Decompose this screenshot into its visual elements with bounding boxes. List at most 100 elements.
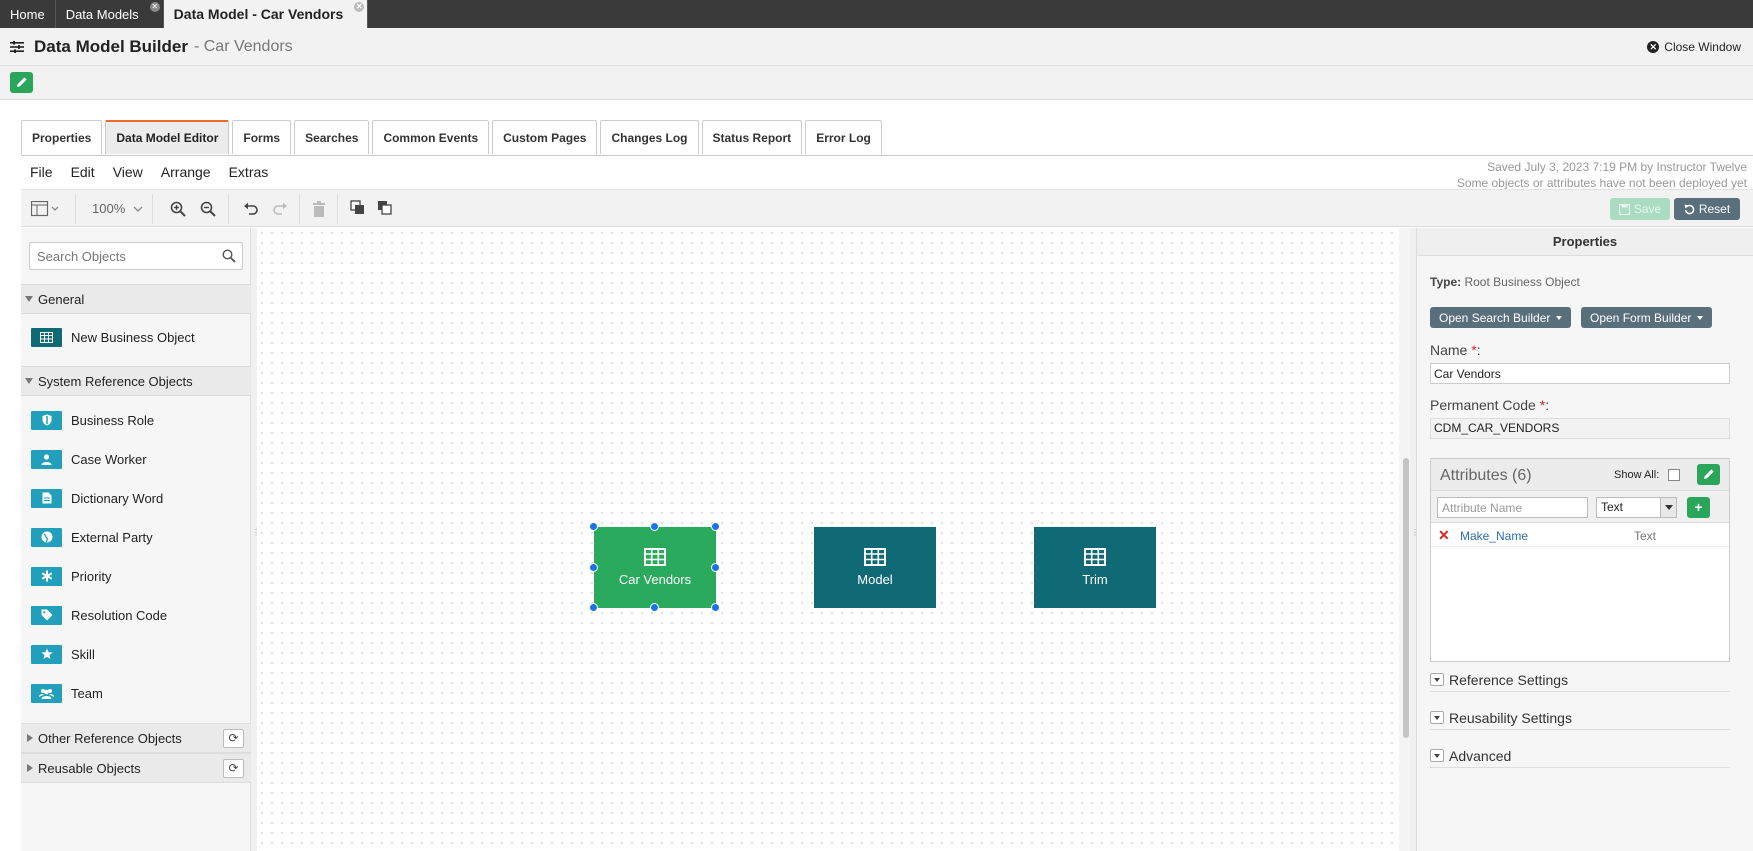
top-tab-data-models[interactable]: Data Models ✕ <box>56 0 164 28</box>
palette-item-new-business-object[interactable]: New Business Object <box>31 326 241 348</box>
entity-node-model[interactable]: Model <box>814 527 936 608</box>
search-objects-input[interactable] <box>30 243 216 269</box>
type-label: Type: <box>1430 275 1462 289</box>
palette-item-team[interactable]: Team <box>31 682 241 704</box>
menu-extras[interactable]: Extras <box>229 164 269 180</box>
menu-arrange[interactable]: Arrange <box>161 164 211 180</box>
palette-item-external-party[interactable]: External Party <box>31 526 241 548</box>
group-other-reference-header[interactable]: Other Reference Objects ⟳ <box>21 723 251 753</box>
save-status: Saved July 3, 2023 7:19 PM by Instructor… <box>1457 159 1747 191</box>
save-button[interactable]: Save <box>1610 198 1670 220</box>
search-icon[interactable] <box>222 249 236 263</box>
redo-icon[interactable] <box>272 202 288 216</box>
resize-handle[interactable] <box>650 603 659 612</box>
properties-panel: Properties Type: Root Business Object Op… <box>1416 228 1753 851</box>
permanent-code-label: Permanent Code *: <box>1430 397 1550 413</box>
group-system-reference-header[interactable]: System Reference Objects <box>21 366 251 396</box>
diagram-canvas[interactable]: Car Vendors Model Trim <box>257 228 1414 851</box>
tab-status-report[interactable]: Status Report <box>701 120 803 154</box>
name-field[interactable] <box>1430 363 1730 384</box>
palette-item-skill[interactable]: Skill <box>31 643 241 665</box>
tab-error-log[interactable]: Error Log <box>805 120 882 154</box>
resize-handle[interactable] <box>589 603 598 612</box>
expand-icon <box>1430 711 1444 724</box>
entity-node-trim[interactable]: Trim <box>1034 527 1156 608</box>
top-tab-data-model-car-vendors[interactable]: Data Model - Car Vendors ✕ <box>163 0 369 28</box>
zoom-in-icon[interactable] <box>170 201 186 217</box>
close-tab-icon[interactable]: ✕ <box>149 2 160 12</box>
refresh-icon[interactable]: ⟳ <box>223 729 244 748</box>
tab-common-events[interactable]: Common Events <box>372 120 490 154</box>
attribute-name-link[interactable]: Make_Name <box>1460 529 1528 543</box>
open-form-builder-button[interactable]: Open Form Builder <box>1581 307 1713 328</box>
palette-item-label: Dictionary Word <box>71 490 164 506</box>
close-tab-icon[interactable]: ✕ <box>354 2 365 12</box>
open-search-builder-button[interactable]: Open Search Builder <box>1430 307 1572 328</box>
menu-edit[interactable]: Edit <box>71 164 95 180</box>
palette-item-priority[interactable]: Priority <box>31 565 241 587</box>
tab-properties[interactable]: Properties <box>21 120 103 154</box>
resize-handle[interactable] <box>711 522 720 531</box>
top-tab-home[interactable]: Home <box>0 0 56 28</box>
menu-view[interactable]: View <box>113 164 143 180</box>
add-attribute-row: Text + <box>1431 491 1729 523</box>
section-advanced[interactable]: Advanced <box>1430 744 1730 768</box>
edit-button[interactable] <box>10 72 33 93</box>
resize-handle[interactable] <box>589 522 598 531</box>
resize-handle[interactable] <box>711 603 720 612</box>
tab-custom-pages[interactable]: Custom Pages <box>492 120 598 154</box>
show-all-checkbox[interactable] <box>1668 469 1680 481</box>
diagram-editor: File Edit View Arrange Extras Saved July… <box>21 155 1753 851</box>
attribute-type-select[interactable]: Text <box>1596 497 1677 518</box>
required-marker: * <box>1539 397 1546 413</box>
table-icon <box>1084 548 1106 566</box>
zoom-out-icon[interactable] <box>200 201 216 217</box>
top-tab-label: Data Models <box>65 6 139 22</box>
close-circle-icon: ✕ <box>1647 41 1660 53</box>
close-window-button[interactable]: ✕ Close Window <box>1647 40 1741 54</box>
bring-to-front-icon[interactable] <box>350 200 366 216</box>
palette-item-case-worker[interactable]: Case Worker <box>31 448 241 470</box>
document-icon <box>31 488 62 508</box>
zoom-level[interactable]: 100% <box>92 201 125 216</box>
edit-attributes-button[interactable] <box>1697 464 1720 485</box>
add-attribute-button[interactable]: + <box>1687 497 1710 518</box>
tab-data-model-editor[interactable]: Data Model Editor <box>105 120 230 154</box>
reset-label: Reset <box>1698 202 1731 216</box>
attribute-row[interactable]: ✕ Make_Name Text <box>1431 523 1729 547</box>
section-reference-settings[interactable]: Reference Settings <box>1430 668 1730 692</box>
layout-panel-icon[interactable] <box>31 201 59 217</box>
undo-icon[interactable] <box>243 202 259 216</box>
resize-handle[interactable] <box>711 563 720 572</box>
sliders-icon[interactable] <box>10 40 24 53</box>
field-label-text: Name <box>1430 342 1468 358</box>
group-reusable-objects-header[interactable]: Reusable Objects ⟳ <box>21 753 251 783</box>
chevron-down-icon[interactable] <box>133 206 143 212</box>
tab-forms[interactable]: Forms <box>232 120 292 154</box>
button-label: Open Search Builder <box>1439 310 1551 325</box>
attribute-name-input[interactable] <box>1437 497 1588 518</box>
send-to-back-icon[interactable] <box>377 200 393 216</box>
resize-handle[interactable] <box>589 563 598 572</box>
page-title: Data Model Builder <box>34 36 188 56</box>
tab-changes-log[interactable]: Changes Log <box>600 120 699 154</box>
refresh-icon[interactable]: ⟳ <box>223 759 244 778</box>
entity-node-car-vendors[interactable]: Car Vendors <box>594 527 716 608</box>
delete-icon[interactable]: ✕ <box>1438 527 1450 544</box>
node-label: Model <box>857 572 893 587</box>
section-reusability-settings[interactable]: Reusability Settings <box>1430 706 1730 730</box>
palette-item-resolution-code[interactable]: Resolution Code <box>31 604 241 626</box>
reset-button[interactable]: Reset <box>1674 198 1740 220</box>
tab-searches[interactable]: Searches <box>294 120 370 154</box>
resize-handle[interactable] <box>650 522 659 531</box>
scrollbar-thumb[interactable] <box>1403 458 1409 738</box>
search-objects-box <box>29 242 243 270</box>
group-label: System Reference Objects <box>38 373 193 389</box>
palette-item-dictionary-word[interactable]: Dictionary Word <box>31 487 241 509</box>
trash-icon[interactable] <box>312 201 326 217</box>
group-general-header[interactable]: General <box>21 284 251 314</box>
palette-item-business-role[interactable]: Business Role <box>31 409 241 431</box>
page-header: Data Model Builder - Car Vendors ✕ Close… <box>0 28 1753 66</box>
toolbar-divider <box>299 194 300 224</box>
menu-file[interactable]: File <box>30 164 53 180</box>
